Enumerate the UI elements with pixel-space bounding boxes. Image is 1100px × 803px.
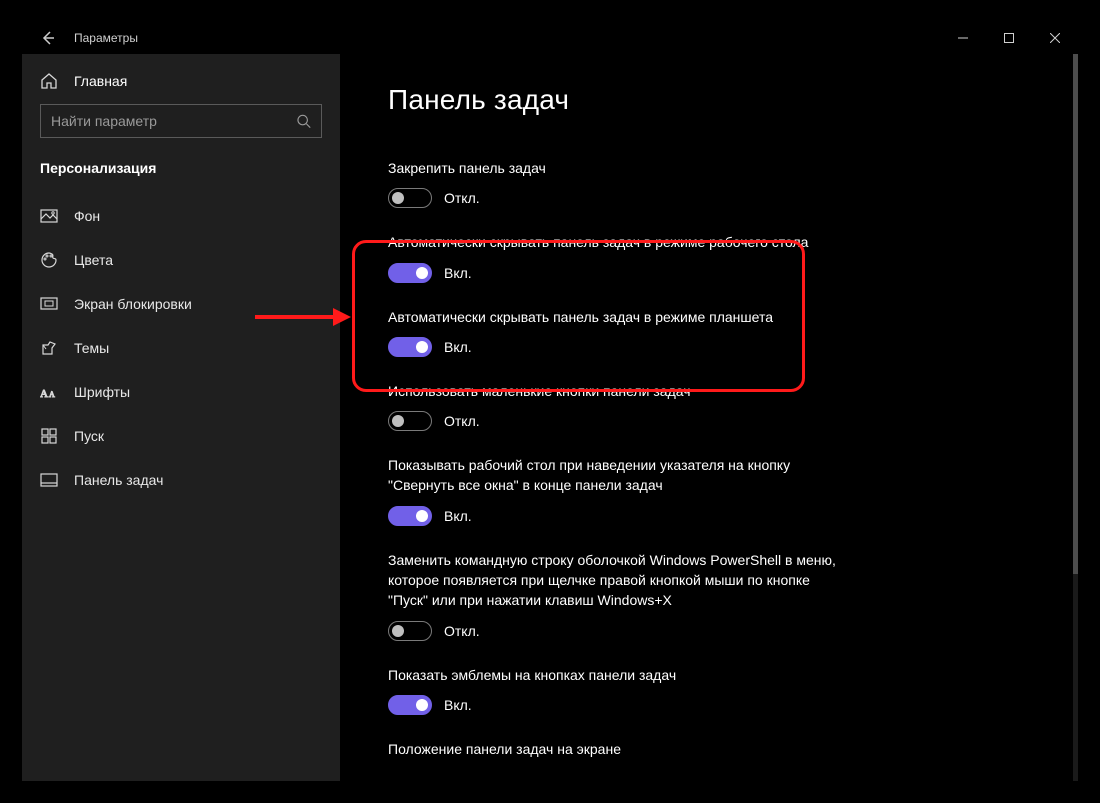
search-input[interactable] xyxy=(51,113,297,129)
toggle-row: Откл. xyxy=(388,188,848,208)
toggle-state-label: Вкл. xyxy=(444,265,472,281)
setting-label: Заменить командную строку оболочкой Wind… xyxy=(388,550,848,611)
maximize-icon xyxy=(1004,33,1014,43)
setting-item: Автоматически скрывать панель задач в ре… xyxy=(388,307,848,357)
minimize-icon xyxy=(958,33,968,43)
sidebar-item-label: Фон xyxy=(74,208,100,224)
setting-item: Показывать рабочий стол при наведении ук… xyxy=(388,455,848,526)
sidebar-item-themes[interactable]: Темы xyxy=(22,326,340,370)
toggle-switch[interactable] xyxy=(388,506,432,526)
themes-icon xyxy=(40,339,58,357)
sidebar-item-label: Темы xyxy=(74,340,109,356)
toggle-switch[interactable] xyxy=(388,411,432,431)
close-icon xyxy=(1050,33,1060,43)
toggle-state-label: Откл. xyxy=(444,413,480,429)
setting-label: Автоматически скрывать панель задач в ре… xyxy=(388,307,848,327)
home-icon xyxy=(40,72,58,90)
sidebar-item-start[interactable]: Пуск xyxy=(22,414,340,458)
toggle-row: Вкл. xyxy=(388,506,848,526)
sidebar-item-label: Экран блокировки xyxy=(74,296,192,312)
toggle-switch[interactable] xyxy=(388,695,432,715)
setting-label: Закрепить панель задач xyxy=(388,158,848,178)
toggle-switch[interactable] xyxy=(388,621,432,641)
sidebar-item-background[interactable]: Фон xyxy=(22,194,340,238)
setting-label: Автоматически скрывать панель задач в ре… xyxy=(388,232,848,252)
sidebar-item-label: Цвета xyxy=(74,252,113,268)
lockscreen-icon xyxy=(40,295,58,313)
svg-text:A: A xyxy=(49,390,55,399)
start-icon xyxy=(40,427,58,445)
setting-item: Заменить командную строку оболочкой Wind… xyxy=(388,550,848,641)
window-title: Параметры xyxy=(74,31,138,45)
toggle-state-label: Вкл. xyxy=(444,697,472,713)
toggle-state-label: Откл. xyxy=(444,623,480,639)
home-label: Главная xyxy=(74,73,127,89)
setting-label: Показывать рабочий стол при наведении ук… xyxy=(388,455,848,496)
setting-label: Использовать маленькие кнопки панели зад… xyxy=(388,381,848,401)
toggle-state-label: Откл. xyxy=(444,190,480,206)
search-box[interactable] xyxy=(40,104,322,138)
toggle-state-label: Вкл. xyxy=(444,339,472,355)
scrollbar-track[interactable] xyxy=(1073,54,1078,781)
picture-icon xyxy=(40,207,58,225)
maximize-button[interactable] xyxy=(986,22,1032,54)
toggle-switch[interactable] xyxy=(388,188,432,208)
sidebar-item-colors[interactable]: Цвета xyxy=(22,238,340,282)
toggle-switch[interactable] xyxy=(388,263,432,283)
titlebar: Параметры xyxy=(22,22,1078,54)
toggle-row: Вкл. xyxy=(388,695,848,715)
taskbar-icon xyxy=(40,471,58,489)
sidebar-item-taskbar[interactable]: Панель задач xyxy=(22,458,340,502)
search-icon xyxy=(297,114,311,129)
palette-icon xyxy=(40,251,58,269)
toggle-row: Откл. xyxy=(388,411,848,431)
settings-window: Параметры Главная xyxy=(22,22,1078,781)
setting-label: Показать эмблемы на кнопках панели задач xyxy=(388,665,848,685)
close-button[interactable] xyxy=(1032,22,1078,54)
page-title: Панель задач xyxy=(388,84,1030,116)
sidebar-item-label: Панель задач xyxy=(74,472,163,488)
sidebar: Главная Персонализация Фон xyxy=(22,54,340,781)
setting-item: Показать эмблемы на кнопках панели задач… xyxy=(388,665,848,715)
setting-item: Закрепить панель задач Откл. xyxy=(388,158,848,208)
setting-item: Использовать маленькие кнопки панели зад… xyxy=(388,381,848,431)
sidebar-item-label: Пуск xyxy=(74,428,104,444)
fonts-icon: AA xyxy=(40,383,58,401)
arrow-left-icon xyxy=(40,30,56,46)
sidebar-item-fonts[interactable]: AA Шрифты xyxy=(22,370,340,414)
setting-label: Положение панели задач на экране xyxy=(388,739,848,759)
scrollbar-thumb[interactable] xyxy=(1073,54,1078,574)
toggle-row: Вкл. xyxy=(388,263,848,283)
content-area: Панель задач Закрепить панель задач Откл.… xyxy=(340,54,1078,781)
toggle-row: Вкл. xyxy=(388,337,848,357)
back-button[interactable] xyxy=(36,26,60,50)
window-controls xyxy=(940,22,1078,54)
toggle-switch[interactable] xyxy=(388,337,432,357)
svg-text:A: A xyxy=(40,388,48,399)
toggle-row: Откл. xyxy=(388,621,848,641)
toggle-state-label: Вкл. xyxy=(444,508,472,524)
home-link[interactable]: Главная xyxy=(22,64,340,104)
minimize-button[interactable] xyxy=(940,22,986,54)
sidebar-item-lockscreen[interactable]: Экран блокировки xyxy=(22,282,340,326)
category-heading: Персонализация xyxy=(22,156,340,194)
setting-item: Положение панели задач на экране xyxy=(388,739,848,759)
setting-item: Автоматически скрывать панель задач в ре… xyxy=(388,232,848,282)
sidebar-item-label: Шрифты xyxy=(74,384,130,400)
